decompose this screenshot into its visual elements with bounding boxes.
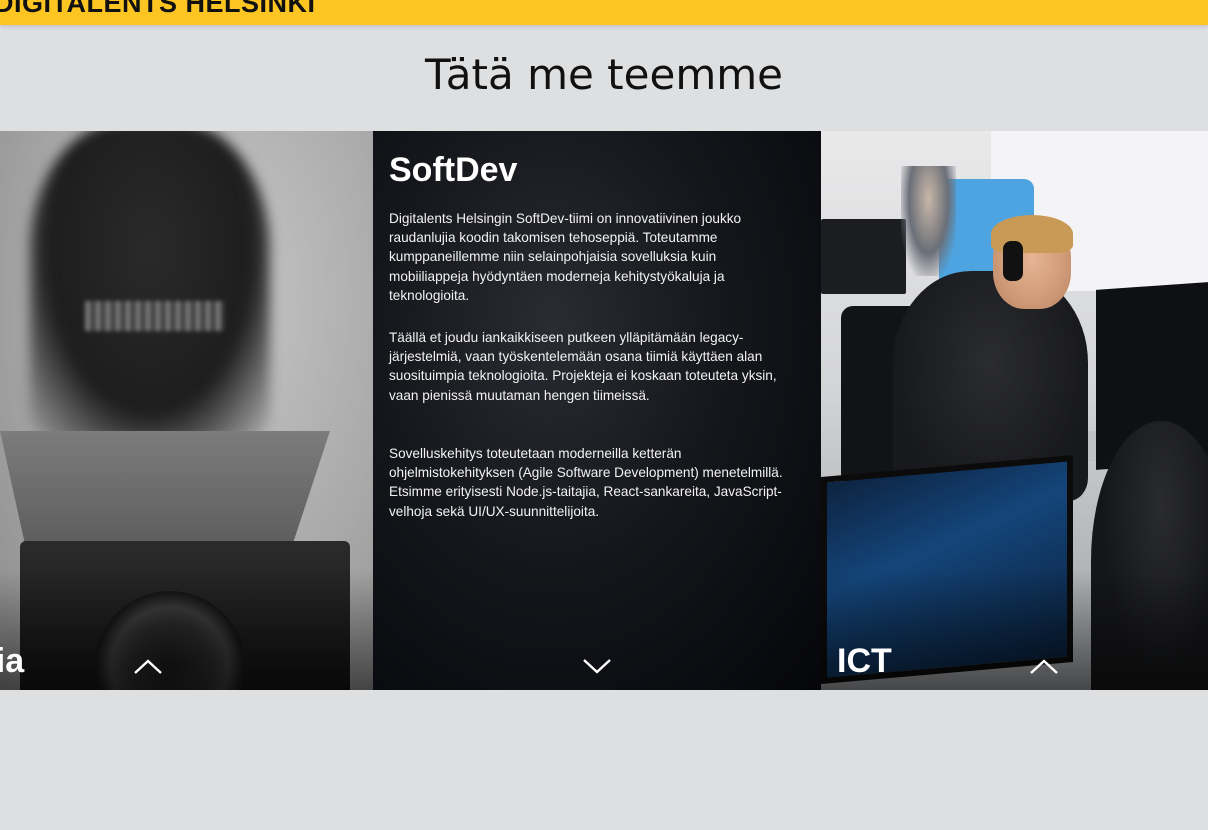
card-media[interactable]: dia xyxy=(0,131,373,690)
top-bar: DIGITALENTS HELSINKI xyxy=(0,0,1208,25)
card-softdev[interactable]: SoftDev Digitalents Helsingin SoftDev-ti… xyxy=(373,131,821,690)
chevron-up-icon[interactable] xyxy=(133,656,163,676)
card-ict[interactable]: ICT xyxy=(821,131,1208,690)
card-softdev-title: SoftDev xyxy=(389,151,518,189)
card-softdev-paragraph-3: Sovelluskehitys toteutetaan moderneilla … xyxy=(389,446,783,519)
brand-logo-text[interactable]: DIGITALENTS HELSINKI xyxy=(0,0,316,19)
card-ict-label: ICT xyxy=(837,642,892,680)
card-softdev-paragraph-1: Digitalents Helsingin SoftDev-tiimi on i… xyxy=(389,211,742,303)
section-title: Tätä me teemme xyxy=(425,50,783,99)
chevron-down-icon[interactable] xyxy=(582,656,612,676)
service-cards: dia SoftDev Digitalents Helsingin SoftDe… xyxy=(0,131,1208,690)
chevron-up-icon[interactable] xyxy=(1029,656,1059,676)
card-media-label: dia xyxy=(0,642,25,680)
card-softdev-paragraph-2: Täällä et joudu iankaikkiseen putkeen yl… xyxy=(389,330,777,403)
